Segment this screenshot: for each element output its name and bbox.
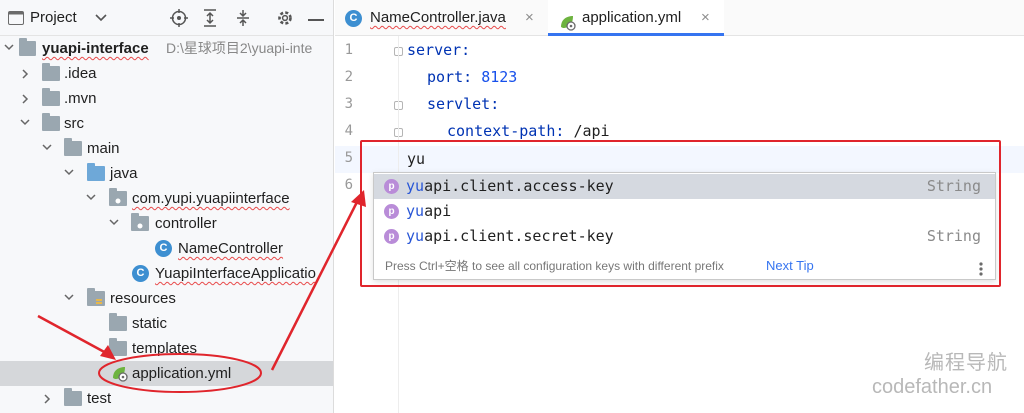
- tree-item-label: static: [132, 315, 168, 332]
- yaml-value: 8123: [481, 68, 518, 86]
- package-icon: [131, 213, 149, 231]
- yaml-key: port:: [427, 68, 473, 86]
- tree-item-label: YuapiInterfaceApplicatio: [155, 265, 316, 282]
- folder-icon: [42, 88, 60, 106]
- line-number: 5: [344, 150, 353, 166]
- watermark-url: codefather.cn: [872, 376, 993, 398]
- resources-folder-icon: [87, 288, 105, 306]
- expand-all-icon[interactable]: [202, 0, 218, 36]
- module-path: D:\星球项目2\yuapi-inte: [166, 40, 313, 56]
- tree-item-label: yuapi-interface: [42, 40, 149, 57]
- tree-item-src[interactable]: src: [0, 111, 333, 136]
- chevron-right-icon[interactable]: [40, 386, 54, 411]
- tree-item-static[interactable]: static: [0, 311, 333, 336]
- tree-item-java[interactable]: java: [0, 161, 333, 186]
- project-panel: Project yuapi-interface D:\星球项目2\yuapi-i…: [0, 0, 334, 413]
- tree-item-label: NameController: [178, 240, 284, 257]
- folder-icon: [64, 138, 82, 156]
- line-number: 3: [344, 96, 353, 112]
- yaml-key: context-path:: [447, 122, 565, 140]
- class-icon: C: [345, 10, 362, 27]
- folder-icon: [64, 388, 82, 406]
- line-number: 1: [344, 42, 353, 58]
- line-number: 6: [344, 177, 353, 193]
- folder-icon: [109, 313, 127, 331]
- yaml-key: servlet:: [427, 95, 500, 113]
- tree-item-mvn[interactable]: .mvn: [0, 86, 333, 111]
- minimize-icon[interactable]: [308, 0, 324, 36]
- tab-application-yml[interactable]: application.yml ×: [548, 0, 724, 36]
- chevron-right-icon[interactable]: [18, 61, 32, 86]
- editor-tab-bar: C NameController.java × application.yml …: [335, 0, 1024, 36]
- code-line-1[interactable]: server:: [407, 37, 470, 64]
- tree-item-application-class[interactable]: C YuapiInterfaceApplicatio: [0, 261, 333, 286]
- tree-item-label: java: [110, 165, 138, 182]
- chevron-down-icon[interactable]: [84, 186, 98, 211]
- watermark-title: 编程导航: [924, 352, 1008, 374]
- tree-item-label: application.yml: [132, 365, 232, 382]
- project-toolbar: Project: [0, 0, 333, 36]
- tree-item-package[interactable]: com.yupi.yuapiinterface: [0, 186, 333, 211]
- annotation-highlight-box: [360, 140, 1001, 287]
- folder-icon: [42, 113, 60, 131]
- tree-item-resources[interactable]: resources: [0, 286, 333, 311]
- chevron-down-icon[interactable]: [62, 161, 76, 186]
- yaml-value: /api: [573, 122, 610, 140]
- spring-yaml-icon: [110, 364, 128, 382]
- spring-yaml-icon: [558, 9, 576, 45]
- tree-item-yuapi-interface[interactable]: yuapi-interface D:\星球项目2\yuapi-inte: [0, 36, 333, 61]
- tree-item-controller[interactable]: controller: [0, 211, 333, 236]
- close-icon[interactable]: ×: [701, 0, 710, 36]
- tree-item-label: main: [87, 140, 120, 157]
- tree-item-templates[interactable]: templates: [0, 336, 333, 361]
- code-line-3[interactable]: servlet:: [427, 91, 499, 118]
- code-line-2[interactable]: port: 8123: [427, 64, 517, 91]
- chevron-down-icon[interactable]: [40, 136, 54, 161]
- tab-label: application.yml: [582, 9, 682, 26]
- tree-item-idea[interactable]: .idea: [0, 61, 333, 86]
- line-number: 2: [344, 69, 353, 85]
- chevron-down-icon[interactable]: [107, 211, 121, 236]
- tree-item-label: src: [64, 115, 84, 132]
- tree-item-label: resources: [110, 290, 176, 307]
- tree-item-test[interactable]: test: [0, 386, 333, 411]
- tree-item-application-yml[interactable]: application.yml: [0, 361, 333, 386]
- collapse-all-icon[interactable]: [235, 0, 251, 36]
- tree-item-namecontroller[interactable]: C NameController: [0, 236, 333, 261]
- tree-item-label: templates: [132, 340, 198, 357]
- project-view-title[interactable]: Project: [30, 0, 77, 36]
- gear-icon[interactable]: [276, 0, 294, 36]
- source-folder-icon: [87, 163, 105, 181]
- tree-item-label: .idea: [64, 65, 97, 82]
- folder-icon: [42, 63, 60, 81]
- folder-icon: [109, 338, 127, 356]
- chevron-down-icon[interactable]: [18, 111, 32, 136]
- tree-item-label: controller: [155, 215, 217, 232]
- locate-icon[interactable]: [170, 0, 188, 36]
- tab-namecontroller-java[interactable]: C NameController.java ×: [345, 0, 547, 36]
- chevron-down-icon[interactable]: [95, 0, 107, 36]
- chevron-down-icon[interactable]: [62, 286, 76, 311]
- close-icon[interactable]: ×: [525, 0, 534, 36]
- package-icon: [109, 188, 127, 206]
- tree-item-label: test: [87, 390, 112, 407]
- yaml-key: server:: [407, 41, 471, 59]
- project-view-icon: [8, 0, 24, 36]
- chevron-down-icon[interactable]: [2, 36, 16, 61]
- chevron-right-icon[interactable]: [18, 86, 32, 111]
- class-icon: C: [155, 240, 172, 257]
- tree-item-label: com.yupi.yuapiinterface: [132, 190, 290, 207]
- tab-label: NameController.java: [370, 9, 506, 26]
- tree-item-main[interactable]: main: [0, 136, 333, 161]
- module-folder-icon: [19, 38, 36, 56]
- spring-boot-class-icon: C: [132, 265, 149, 282]
- line-number: 4: [344, 123, 353, 139]
- tree-item-label: .mvn: [64, 90, 97, 107]
